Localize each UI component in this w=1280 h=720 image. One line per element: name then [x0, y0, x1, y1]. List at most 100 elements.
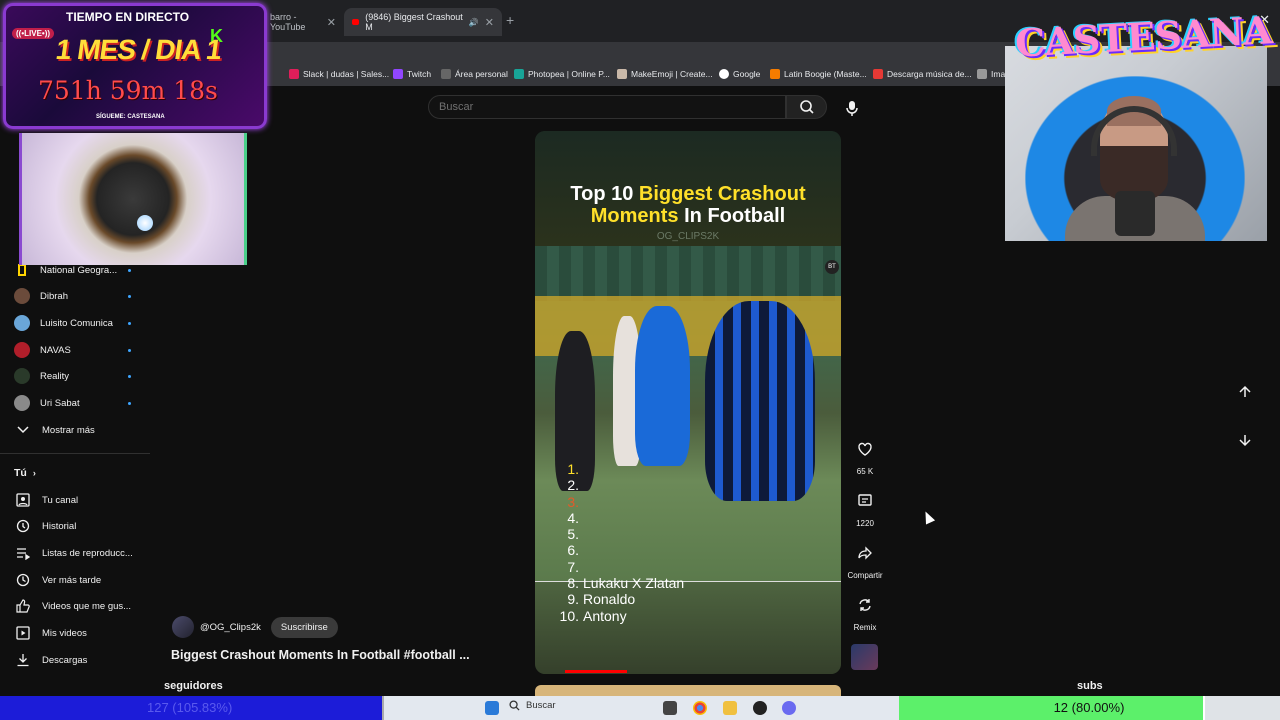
followers-goal-bar: 127 (105.83%): [0, 696, 384, 720]
windows-taskbar: Buscar: [384, 696, 899, 720]
photopea-icon: [514, 69, 524, 79]
sidebar-item-label: Listas de reproducc...: [42, 547, 133, 559]
sidebar-item-luisito-comunica[interactable]: Luisito Comunica: [14, 314, 131, 332]
sidebar-item-label: Ver más tarde: [42, 574, 102, 586]
subscribe-button[interactable]: Suscribirse: [270, 616, 338, 638]
comment-icon: [858, 494, 872, 506]
heart-icon: [858, 442, 872, 456]
taskbar-search[interactable]: Buscar: [509, 700, 556, 711]
sidebar-item-tu-canal[interactable]: Tu canal: [14, 491, 78, 509]
previous-short-button[interactable]: [1233, 380, 1257, 404]
bookmark-latin-boogie[interactable]: Latin Boogie (Maste...: [770, 69, 867, 79]
new-content-dot: [128, 321, 131, 325]
heading-part-highlight: Biggest Crashout: [638, 183, 806, 205]
tab-youtube-barro[interactable]: barro - YouTube ✕: [262, 8, 344, 36]
google-icon: [719, 69, 729, 79]
history-icon: [14, 519, 32, 533]
list-number: 5.: [567, 526, 579, 543]
sidebar-item-mis-videos[interactable]: Mis videos: [14, 624, 87, 642]
search-input[interactable]: Buscar: [428, 95, 786, 119]
discord-icon[interactable]: [782, 701, 796, 715]
new-tab-button[interactable]: +: [506, 12, 514, 28]
search-button[interactable]: [786, 95, 827, 119]
like-button[interactable]: 65 K: [845, 441, 885, 476]
bt-badge: BT: [825, 260, 839, 274]
search-icon: [799, 100, 814, 114]
live-badge: ((•LIVE•)): [12, 28, 55, 39]
heading-part: Top 10: [570, 183, 639, 205]
download-site-icon: [873, 69, 883, 79]
bookmark-label: Slack | dudas | Sales...: [303, 69, 390, 79]
remix-button[interactable]: Remix: [845, 597, 885, 632]
subs-goal-remaining: [1205, 696, 1280, 720]
sound-thumbnail[interactable]: [851, 644, 878, 670]
sidebar-item-navas[interactable]: NAVAS: [14, 341, 131, 359]
next-short-preview[interactable]: [535, 685, 841, 696]
list-item: 10. Antony: [553, 608, 684, 624]
live-timer-overlay: TIEMPO EN DIRECTO ((•LIVE•)) K 1 MES / D…: [3, 3, 267, 129]
next-short-button[interactable]: [1233, 428, 1257, 452]
chrome-icon[interactable]: [693, 701, 707, 715]
sidebar-item-playlists[interactable]: Listas de reproducc...: [14, 544, 133, 562]
sidebar-item-label: Mostrar más: [42, 424, 95, 436]
sidebar-item-label: Historial: [42, 520, 77, 532]
list-number: 1.: [567, 461, 579, 477]
arrow-up-icon: [1239, 385, 1251, 397]
speaker-icon[interactable]: 🔊: [469, 18, 479, 27]
bookmark-slack[interactable]: Slack | dudas | Sales...: [289, 69, 389, 79]
chevron-down-icon: [14, 426, 32, 434]
share-icon: [858, 546, 872, 560]
sidebar-item-label: Dibrah: [40, 290, 68, 302]
channel-name[interactable]: @OG_Clips2k: [200, 622, 261, 633]
sidebar-you-heading[interactable]: Tú ›: [14, 464, 36, 482]
microphone-icon: [846, 101, 858, 116]
stadium-stands: [535, 246, 841, 301]
list-item: 9. Ronaldo: [553, 591, 684, 607]
channel-avatar[interactable]: [172, 616, 194, 638]
sidebar-show-more[interactable]: Mostrar más: [14, 421, 95, 439]
list-number: 9.: [567, 591, 579, 608]
close-tab-icon[interactable]: ✕: [327, 16, 336, 29]
bookmark-makeemoji[interactable]: MakeEmoji | Create...: [617, 69, 713, 79]
image-icon: [977, 69, 987, 79]
sidebar-item-liked-videos[interactable]: Videos que me gus...: [14, 597, 131, 615]
sidebar-item-uri-sabat[interactable]: Uri Sabat: [14, 394, 131, 412]
short-title[interactable]: Biggest Crashout Moments In Football #fo…: [171, 648, 470, 662]
bookmark-twitch[interactable]: Twitch: [393, 69, 431, 79]
tab-label: barro - YouTube: [270, 12, 306, 32]
comments-button[interactable]: 1220: [845, 493, 885, 528]
sidebar-item-ver-mas-tarde[interactable]: Ver más tarde: [14, 571, 101, 589]
bookmark-area-personal[interactable]: Área personal: [441, 69, 508, 79]
download-icon: [14, 653, 32, 667]
video-progress-bar[interactable]: [565, 670, 627, 673]
tab-label: (9846) Biggest Crashout M: [365, 12, 463, 32]
video-watermark: OG_CLIPS2K: [656, 231, 720, 242]
bookmark-label: Descarga música de...: [887, 69, 972, 79]
heading-part-highlight: Moments: [590, 205, 679, 227]
short-video-heading: Top 10 Biggest Crashout Moments In Footb…: [535, 183, 841, 227]
list-text: Ronaldo: [583, 591, 636, 608]
voice-search-button[interactable]: [842, 98, 862, 118]
sidebar-item-descargas[interactable]: Descargas: [14, 651, 87, 669]
close-tab-icon[interactable]: ✕: [485, 16, 494, 29]
share-button[interactable]: Compartir: [845, 545, 885, 580]
short-video-player[interactable]: Top 10 Biggest Crashout Moments In Footb…: [535, 131, 841, 674]
windows-start-icon[interactable]: [485, 701, 499, 715]
new-content-dot: [128, 374, 131, 378]
youtube-icon: [352, 19, 360, 25]
visual-effect-overlay: [19, 133, 247, 265]
obs-icon[interactable]: [753, 701, 767, 715]
search-icon: [509, 700, 520, 711]
file-explorer-icon[interactable]: [723, 701, 737, 715]
sidebar-item-historial[interactable]: Historial: [14, 517, 76, 535]
task-view-icon[interactable]: [663, 701, 677, 715]
bookmark-descarga-musica[interactable]: Descarga música de...: [873, 69, 972, 79]
sidebar-item-label: National Geogra...: [40, 264, 118, 276]
sidebar-item-dibrah[interactable]: Dibrah: [14, 287, 131, 305]
tab-biggest-crashout[interactable]: (9846) Biggest Crashout M 🔊 ✕: [344, 8, 502, 36]
bookmark-photopea[interactable]: Photopea | Online P...: [514, 69, 610, 79]
sidebar-item-reality[interactable]: Reality: [14, 367, 131, 385]
bookmark-google[interactable]: Google: [719, 69, 760, 79]
list-number: 6.: [567, 542, 579, 559]
list-item: 4.: [553, 510, 684, 526]
